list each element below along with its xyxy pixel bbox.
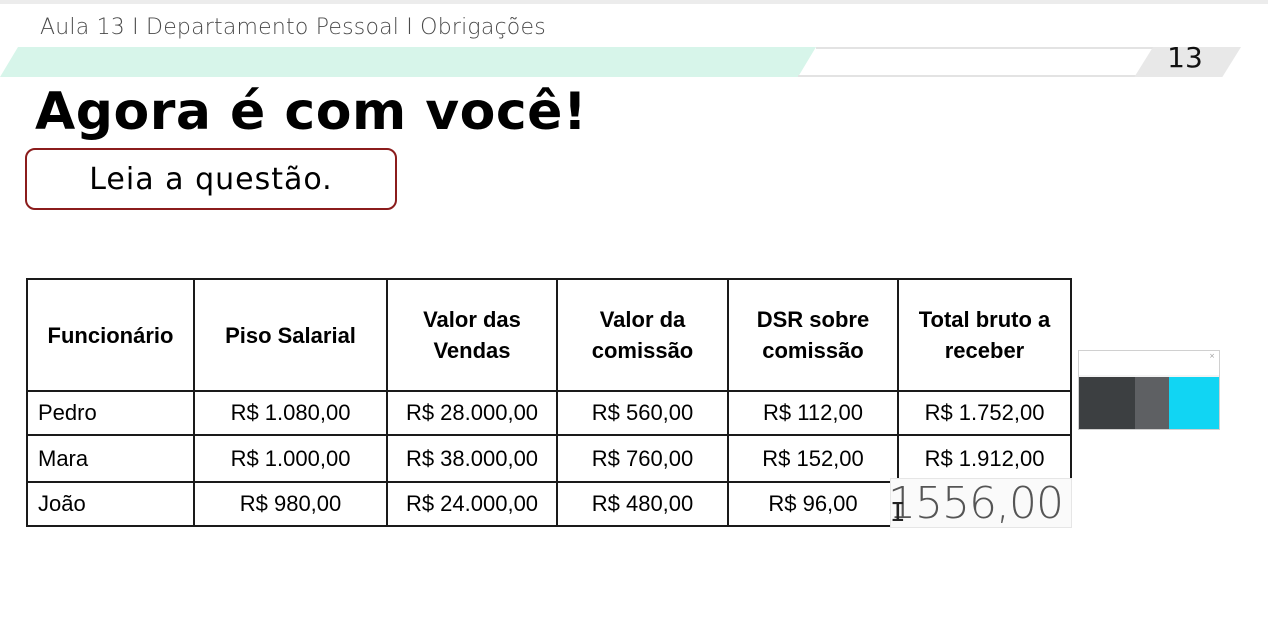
cell-piso: R$ 980,00 — [193, 481, 388, 527]
cell-funcionario: Mara — [26, 434, 195, 483]
page-number: 13 — [1167, 41, 1203, 74]
header-piso-salarial: Piso Salarial — [193, 278, 388, 392]
instruction-box: Leia a questão. — [25, 148, 397, 210]
cell-dsr: R$ 112,00 — [727, 390, 899, 436]
header-funcionario: Funcionário — [26, 278, 195, 392]
header-dsr-comissao: DSR sobre comissão — [727, 278, 899, 392]
calculator-number-keys[interactable] — [1079, 377, 1135, 429]
top-rule — [0, 0, 1268, 4]
calculator-window-icon[interactable]: × — [1078, 350, 1220, 430]
header-band — [0, 47, 1242, 77]
cell-comissao: R$ 480,00 — [556, 481, 729, 527]
cell-vendas: R$ 24.000,00 — [386, 481, 558, 527]
cell-vendas: R$ 38.000,00 — [386, 434, 558, 483]
cell-piso: R$ 1.080,00 — [193, 390, 388, 436]
total-entry-field[interactable]: 1556,00 — [888, 478, 1072, 529]
calculator-operator-keys[interactable] — [1135, 377, 1169, 429]
cell-comissao: R$ 760,00 — [556, 434, 729, 483]
calculator-memory-panel — [1169, 377, 1219, 429]
cell-funcionario: Pedro — [26, 390, 195, 436]
cell-total: R$ 1.912,00 — [897, 434, 1072, 483]
page-title: Agora é com você! — [35, 82, 588, 142]
cell-piso: R$ 1.000,00 — [193, 434, 388, 483]
table-row: Pedro R$ 1.080,00 R$ 28.000,00 R$ 560,00… — [26, 390, 1072, 436]
header-valor-comissao: Valor da comissão — [556, 278, 729, 392]
instruction-label: Leia a questão. — [89, 161, 333, 197]
cell-vendas: R$ 28.000,00 — [386, 390, 558, 436]
breadcrumb: Aula 13 I Departamento Pessoal I Obrigaç… — [40, 15, 546, 40]
cell-dsr: R$ 96,00 — [727, 481, 899, 527]
close-icon[interactable]: × — [1209, 352, 1215, 360]
table-row: Mara R$ 1.000,00 R$ 38.000,00 R$ 760,00 … — [26, 434, 1072, 483]
text-cursor-icon: I — [890, 498, 906, 528]
cell-total: R$ 1.752,00 — [897, 390, 1072, 436]
header-total-bruto: Total bruto a receber — [897, 278, 1072, 392]
calculator-titlebar — [1079, 351, 1219, 375]
cell-dsr: R$ 152,00 — [727, 434, 899, 483]
header-valor-vendas: Valor das Vendas — [386, 278, 558, 392]
cell-funcionario: João — [26, 481, 195, 527]
cell-comissao: R$ 560,00 — [556, 390, 729, 436]
table-header-row: Funcionário Piso Salarial Valor das Vend… — [26, 278, 1072, 392]
